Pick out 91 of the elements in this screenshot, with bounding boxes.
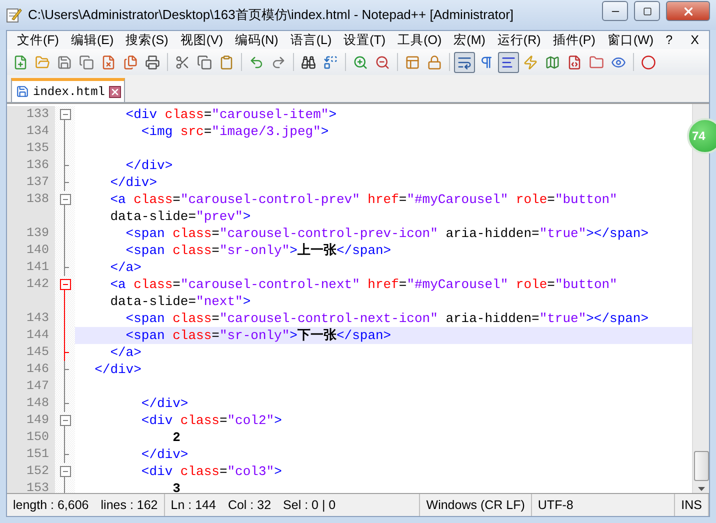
line-number: 140 — [7, 242, 55, 259]
line-number: 146 — [7, 361, 55, 378]
menu-item[interactable]: 编辑(E) — [64, 32, 120, 48]
scissors-icon — [175, 54, 190, 70]
line-number: 151 — [7, 446, 55, 463]
clipboard-icon — [219, 54, 234, 70]
status-text: lines : 162 — [94, 494, 165, 516]
menu-item[interactable]: 插件(P) — [546, 32, 602, 48]
eye-icon — [611, 54, 626, 70]
status-text: Sel : 0 | 0 — [277, 494, 420, 516]
close-document-button[interactable]: X — [684, 33, 705, 47]
copies-icon — [79, 54, 94, 70]
down-arrow-icon[interactable] — [698, 487, 704, 491]
notepad-icon — [6, 7, 22, 23]
indent-guide-icon — [501, 54, 516, 70]
line-number: 133 — [7, 106, 55, 123]
printer-icon — [145, 54, 160, 70]
file-tab[interactable]: index.html — [11, 78, 126, 102]
map-icon — [545, 54, 560, 70]
close-icon — [110, 86, 120, 96]
minimize-button[interactable] — [602, 1, 628, 21]
line-number: 148 — [7, 395, 55, 412]
code-file-icon — [567, 54, 582, 70]
undo-icon — [249, 54, 264, 70]
save-icon — [16, 85, 29, 98]
menu-item[interactable]: 视图(V) — [174, 32, 229, 48]
lock-icon — [427, 54, 442, 70]
replace-icon — [323, 54, 338, 70]
menu-item[interactable]: 文件(F) — [11, 32, 65, 48]
line-number: 135 — [7, 140, 55, 157]
menu-item[interactable]: 宏(M) — [448, 32, 492, 48]
status-text: Windows (CR LF) — [420, 494, 532, 516]
line-number: 145 — [7, 344, 55, 361]
fold-minus-icon[interactable] — [60, 194, 70, 205]
wrap-text-icon — [457, 54, 472, 70]
line-number: 149 — [7, 412, 55, 429]
maximize-icon — [642, 6, 652, 16]
status-text: UTF-8 — [532, 494, 676, 516]
menu-item[interactable]: 设置(T) — [338, 32, 392, 48]
redo-icon — [271, 54, 286, 70]
status-text: length : 6,606 — [12, 497, 90, 514]
folder-icon — [35, 54, 50, 70]
scrollbar[interactable] — [692, 104, 709, 493]
line-number: 141 — [7, 259, 55, 276]
line-number: 136 — [7, 157, 55, 174]
line-number: 138 — [7, 191, 55, 208]
fold-minus-icon[interactable] — [60, 109, 70, 120]
line-number: 152 — [7, 463, 55, 480]
line-number: 153 — [7, 480, 55, 493]
new-file-icon — [13, 54, 28, 70]
status-text: INS — [675, 494, 709, 516]
close-icon — [682, 4, 694, 18]
menu-item[interactable]: 语言(L) — [284, 32, 338, 48]
toolbar-button[interactable] — [498, 52, 519, 72]
save-icon — [57, 54, 72, 70]
record-icon — [641, 54, 656, 70]
line-number: 137 — [7, 174, 55, 191]
line-number: 150 — [7, 429, 55, 446]
status-text: Ln : 144 — [170, 497, 217, 514]
fold-minus-icon[interactable] — [60, 279, 70, 290]
file-close-icon — [101, 54, 116, 70]
menu-item[interactable]: 窗口(W) — [601, 32, 660, 48]
menu-item[interactable]: 工具(O) — [392, 32, 448, 48]
line-number: 147 — [7, 378, 55, 395]
menu-item[interactable]: 编码(N) — [228, 32, 284, 48]
scroll-thumb[interactable] — [694, 451, 708, 481]
line-number: 142 — [7, 276, 55, 293]
zoom-out-icon — [375, 54, 390, 70]
tab-close-button[interactable] — [109, 86, 122, 98]
line-number: 134 — [7, 123, 55, 140]
window-icon — [405, 54, 420, 70]
lightning-icon — [523, 54, 538, 70]
menu-item[interactable]: ? — [660, 33, 679, 47]
maximize-button[interactable] — [634, 1, 660, 21]
line-number: 144 — [7, 327, 55, 344]
pilcrow-icon — [479, 54, 494, 70]
menu-item[interactable]: 搜索(S) — [120, 32, 174, 48]
close-button[interactable] — [666, 1, 710, 21]
menu-item[interactable]: 运行(R) — [491, 32, 547, 48]
fold-minus-icon[interactable] — [60, 466, 70, 477]
line-number: 143 — [7, 310, 55, 327]
toolbar-button[interactable] — [454, 52, 475, 72]
window-title: C:\Users\Administrator\Desktop\163首页模仿\index.html - Notepad++ [Administrator] — [28, 6, 515, 24]
binoculars-icon — [301, 54, 316, 70]
copy-icon — [197, 54, 212, 70]
files-close-icon — [123, 54, 138, 70]
status-text: Col : 32 — [226, 497, 272, 514]
fold-minus-icon[interactable] — [60, 415, 70, 426]
zoom-in-icon — [353, 54, 368, 70]
folder-icon — [589, 54, 604, 70]
line-number: 139 — [7, 225, 55, 242]
